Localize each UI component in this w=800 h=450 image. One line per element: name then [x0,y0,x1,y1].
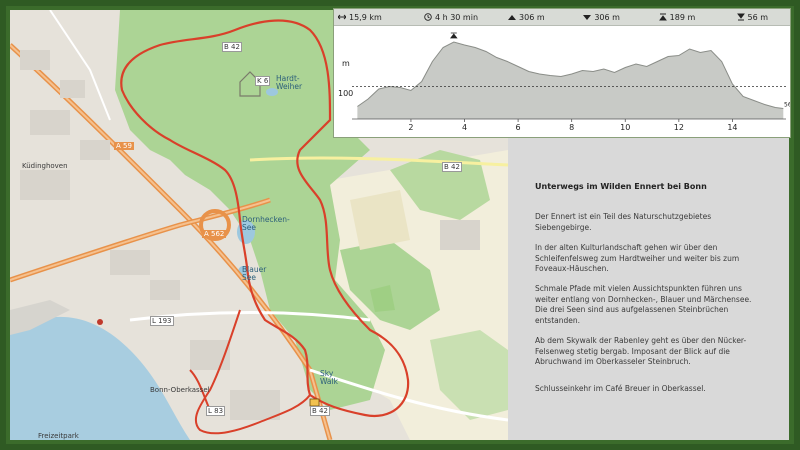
description-paragraph: Ab dem Skywalk der Rabenley geht es über… [535,336,747,366]
label-b42-bottom: B 42 [310,406,330,416]
stat-ascent: 306 m [489,13,564,22]
description-title: Unterwegs im Wilden Ennert bei Bonn [535,182,707,191]
elevation-chart: 56 [352,32,790,122]
elevation-area [357,42,784,119]
x-tick-label: 4 [461,123,468,132]
label-a59: A 59 [114,142,134,150]
label-freizeitpark: Freizeitpark [38,432,79,440]
stat-max-altitude-value: 189 m [669,12,696,22]
x-tick-label: 8 [569,123,575,132]
stat-min-altitude: 56 m [715,13,790,22]
stat-max-altitude: 189 m [639,13,714,22]
y-tick-label: 100 [338,89,354,98]
label-b42-top: B 42 [222,42,242,52]
ascent-icon [508,15,517,20]
descent-icon [583,15,592,20]
min-altitude-icon [736,13,745,21]
stat-min-altitude-value: 56 m [747,12,769,22]
stat-distance-value: 15,9 km [349,12,382,22]
label-kuedinghoven: Küdinghoven [22,162,68,170]
label-l83: L 83 [206,406,226,416]
x-tick-label: 6 [515,123,521,132]
x-tick-label: 12 [673,123,684,132]
description-paragraph: Der Ennert ist ein Teil des Naturschutzg… [535,212,712,232]
label-bonn-oberkassel: Bonn-Oberkassel [150,386,210,394]
distance-icon [338,14,346,20]
description-paragraph: Schmale Pfade mit vielen Aussichtspunkte… [535,284,752,325]
x-tick-label: 10 [620,123,631,132]
stat-descent-value: 306 m [594,12,620,22]
stat-descent: 306 m [564,13,639,22]
x-tick-label: 14 [727,123,738,132]
label-k6: K 6 [255,76,271,86]
y-axis-unit: m [342,59,350,68]
label-l193: L 193 [150,316,174,326]
poi-pin-icon [97,319,103,325]
description-panel: Unterwegs im Wilden Ennert bei Bonn Der … [508,138,789,440]
elevation-profile: 15,9 km 4 h 30 min 306 m 306 m 189 m 56 … [333,8,791,138]
description-paragraph: Schlusseinkehr im Café Breuer in Oberkas… [535,384,706,393]
description-paragraph: In der alten Kulturlandschaft gehen wir … [535,243,740,273]
end-altitude-label: 56 [784,102,790,109]
max-altitude-icon [450,32,458,39]
start-marker-icon [309,398,320,407]
label-dornhecken-see: Dornhecken- See [242,215,290,232]
stat-duration: 4 h 30 min [413,13,488,22]
stat-ascent-value: 306 m [519,12,545,22]
stat-duration-value: 4 h 30 min [434,12,479,22]
label-blauer-see: Blauer See [242,265,267,282]
stat-distance: 15,9 km [334,13,413,22]
max-altitude-icon [658,13,667,21]
label-b42-right: B 42 [442,162,462,172]
label-a562: A 562 [202,230,227,238]
x-tick-label: 2 [408,123,414,132]
label-sky-walk: Sky Walk [320,369,338,386]
clock-icon [424,13,432,21]
stats-bar: 15,9 km 4 h 30 min 306 m 306 m 189 m 56 … [334,9,790,26]
label-hardt-weiher: Hardt- Weiher [276,74,303,91]
